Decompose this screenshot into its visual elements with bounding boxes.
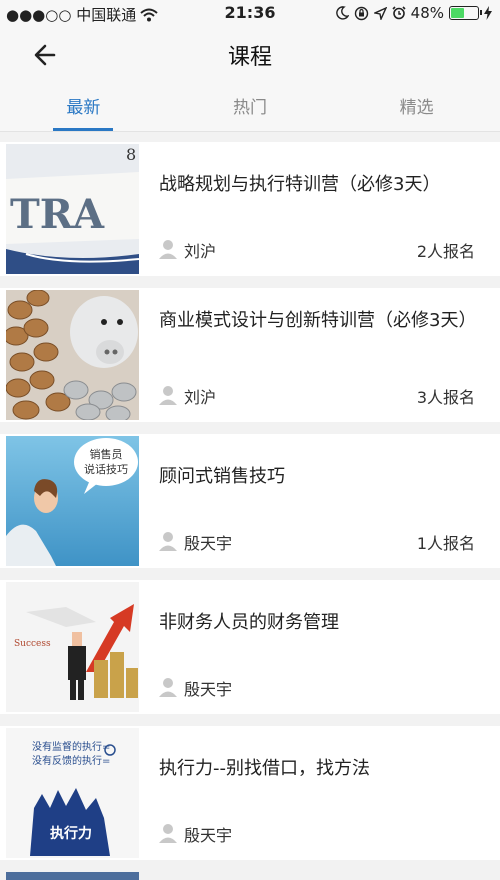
enrollment-count: 3人报名 (416, 388, 475, 407)
course-meta: 殷天宇 (159, 676, 475, 699)
thumbnail-text: 执行力 (50, 825, 92, 842)
battery-fill (451, 8, 465, 18)
thumbnail-text: Success (14, 639, 51, 649)
course-title: 战略规划与执行特训营（必修3天） (159, 174, 441, 195)
user-avatar-icon (159, 240, 177, 259)
page-title: 课程 (227, 45, 272, 70)
course-meta: 殷天宇 1人报名 (159, 530, 475, 553)
course-thumbnail-sales: 销售员 说话技巧 (6, 436, 139, 566)
svg-text:销售员: 销售员 (90, 447, 123, 461)
enrollment-count: 1人报名 (416, 534, 475, 553)
course-item[interactable]: 没有监督的执行= 没有反馈的执行= 执行力 执行力--别找借口，找方法 殷天宇 (0, 726, 500, 860)
user-avatar-icon (159, 824, 177, 843)
svg-text:8: 8 (126, 145, 136, 164)
lock-rotation-icon (354, 6, 368, 20)
location-icon (373, 6, 387, 20)
course-item[interactable]: Success 非财务人员的财务管理 殷天宇 (0, 580, 500, 714)
course-item[interactable]: 8 TRA 战略规划与执行特训营（必修3天） 刘沪 2人报名 (0, 142, 500, 276)
tab-bar: 最新 热门 精选 (0, 86, 500, 132)
navigation-bar: 课程 (0, 26, 500, 86)
tab-popular[interactable]: 热门 (167, 86, 334, 131)
thumbnail-text: TRA (10, 191, 105, 238)
course-title: 顾问式销售技巧 (159, 466, 285, 487)
charging-icon (484, 6, 492, 20)
battery-percent: 48% (410, 4, 444, 22)
course-thumbnail-finance: Success (6, 582, 139, 712)
course-meta: 殷天宇 (159, 822, 475, 845)
user-avatar-icon (159, 532, 177, 551)
user-avatar-icon (159, 386, 177, 405)
course-item[interactable]: 商业模式设计与创新特训营（必修3天） 刘沪 3人报名 (0, 288, 500, 422)
tab-featured[interactable]: 精选 (333, 86, 500, 131)
course-item[interactable]: 销售员 说话技巧 顾问式销售技巧 殷天宇 1人报名 (0, 434, 500, 568)
course-thumbnail-piggy-bank (6, 290, 139, 420)
next-course-thumbnail-peek (6, 872, 139, 880)
status-bar: ●●●○○ 中国联通 21:36 48% (0, 0, 500, 26)
svg-text:说话技巧: 说话技巧 (84, 462, 128, 476)
svg-text:没有反馈的执行=: 没有反馈的执行= (32, 754, 110, 767)
course-thumbnail-training: 8 TRA (6, 144, 139, 274)
course-author: 刘沪 (184, 388, 217, 407)
tab-latest[interactable]: 最新 (0, 86, 167, 131)
battery-icon (449, 6, 482, 20)
user-avatar-icon (159, 678, 177, 697)
course-author: 刘沪 (184, 242, 217, 261)
course-title: 非财务人员的财务管理 (159, 612, 339, 633)
course-title: 商业模式设计与创新特训营（必修3天） (159, 310, 477, 331)
course-author: 殷天宇 (184, 534, 233, 553)
course-meta: 刘沪 3人报名 (159, 384, 475, 407)
course-author: 殷天宇 (184, 826, 233, 845)
alarm-icon (392, 6, 406, 20)
course-title: 执行力--别找借口，找方法 (159, 758, 370, 779)
course-thumbnail-execution: 没有监督的执行= 没有反馈的执行= 执行力 (6, 728, 139, 858)
moon-icon (335, 6, 349, 20)
status-indicators: 48% (335, 4, 492, 22)
course-author: 殷天宇 (184, 680, 233, 699)
svg-text:没有监督的执行=: 没有监督的执行= (32, 740, 110, 753)
enrollment-count: 2人报名 (416, 242, 475, 261)
course-meta: 刘沪 2人报名 (159, 238, 475, 261)
